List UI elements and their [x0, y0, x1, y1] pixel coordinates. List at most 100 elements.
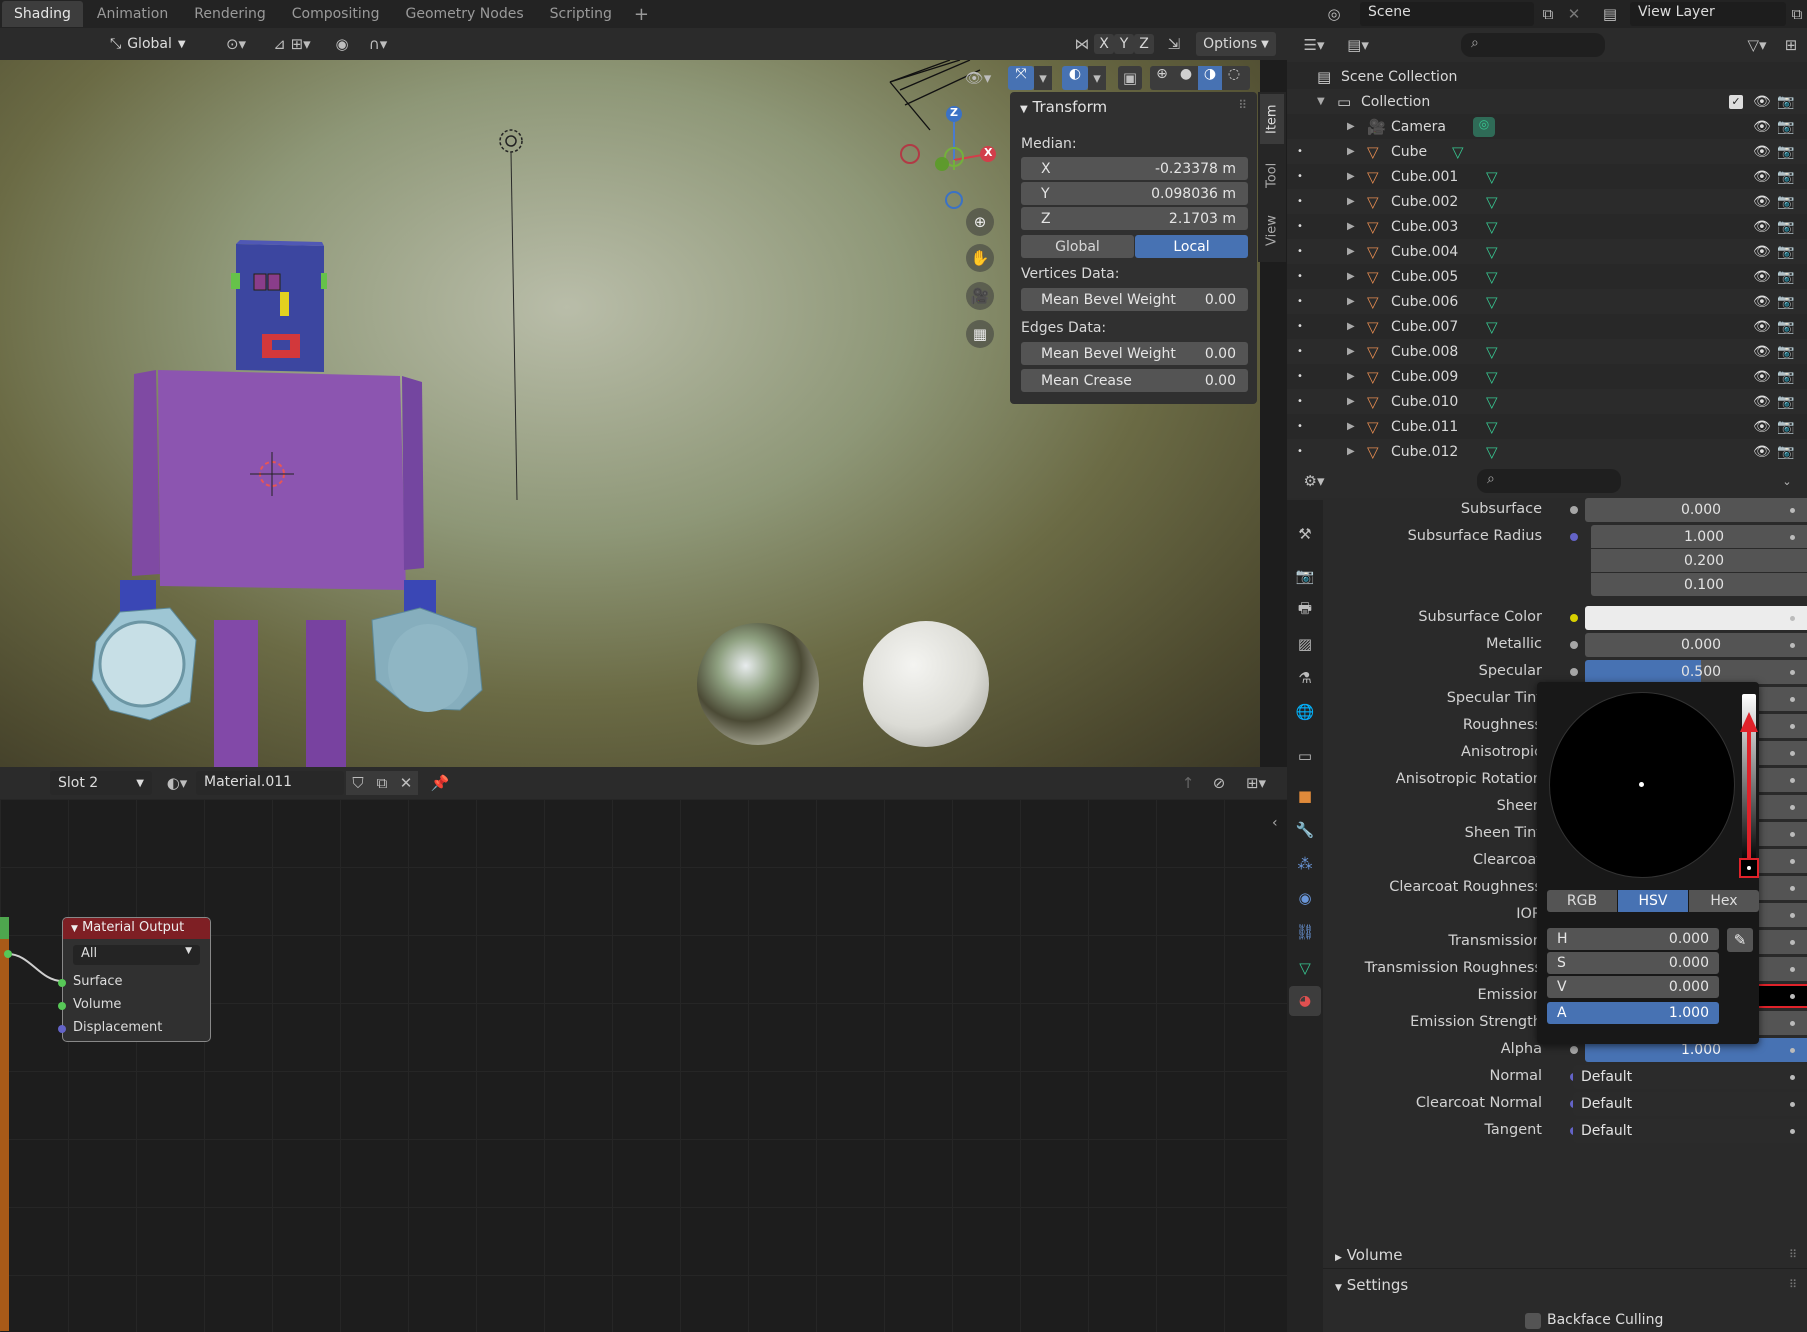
camera-data-icon[interactable]: ◎ [1473, 116, 1495, 137]
vertex-bevel-weight-field[interactable]: Mean Bevel Weight 0.00 [1021, 288, 1248, 311]
parent-node-tree-icon[interactable]: ↑ [1176, 771, 1200, 795]
eye-icon[interactable]: 👁 [1753, 344, 1771, 360]
eye-icon[interactable]: 👁 [1753, 169, 1771, 185]
constraints-tab-icon[interactable]: ⛓ [1293, 920, 1317, 944]
mirror-z-toggle[interactable]: Z [1134, 34, 1154, 54]
slot-dropdown[interactable]: Slot 2 ▼ [50, 771, 152, 795]
outliner-item[interactable]: • ▶ ▽ Cube.010 ▽ 👁 📷 [1287, 389, 1807, 414]
keyframe-dot-icon[interactable] [1790, 859, 1795, 864]
backface-culling-checkbox[interactable] [1525, 1313, 1541, 1329]
socket-dot-icon[interactable] [1570, 533, 1578, 541]
render-camera-icon[interactable]: 📷 [1777, 169, 1794, 185]
keyframe-dot-icon[interactable] [1790, 1021, 1795, 1026]
perspective-grid-icon[interactable]: ▦ [966, 320, 994, 348]
gizmo-toggle-icon[interactable]: ⤧ [1008, 66, 1034, 90]
chevron-right-icon[interactable]: ▶ [1347, 371, 1355, 382]
chevron-right-icon[interactable]: ▶ [1347, 421, 1355, 432]
drag-handle-icon[interactable]: ⠿ [1789, 1278, 1797, 1291]
value-field[interactable]: V 0.000 [1547, 976, 1719, 998]
chevron-right-icon[interactable]: ▶ [1347, 246, 1355, 257]
keyframe-dot-icon[interactable] [1790, 751, 1795, 756]
scene-selector[interactable]: Scene [1360, 2, 1534, 26]
render-camera-icon[interactable]: 📷 [1777, 269, 1794, 285]
mesh-data-icon[interactable]: ▽ [1486, 318, 1498, 336]
keyframe-dot-icon[interactable] [1790, 616, 1795, 621]
prop-value[interactable]: 0.500 [1585, 660, 1807, 684]
physics-tab-icon[interactable]: ◉ [1293, 886, 1317, 910]
render-camera-icon[interactable]: 📷 [1777, 319, 1794, 335]
outliner-item[interactable]: • ▶ ▽ Cube.005 ▽ 👁 📷 [1287, 264, 1807, 289]
output-tab-icon[interactable]: 🖶 [1293, 598, 1317, 622]
robot-model[interactable] [91, 240, 483, 767]
socket-dot-icon[interactable] [1570, 641, 1578, 649]
chevron-right-icon[interactable]: ▶ [1347, 396, 1355, 407]
keyframe-dot-icon[interactable] [1790, 994, 1795, 999]
render-camera-icon[interactable]: 📷 [1777, 444, 1794, 460]
edge-bevel-weight-field[interactable]: Mean Bevel Weight 0.00 [1021, 342, 1248, 365]
eye-icon[interactable]: 👁 [1753, 444, 1771, 460]
mesh-data-icon[interactable]: ▽ [1486, 243, 1498, 261]
duplicate-material-icon[interactable]: ⧉ [370, 771, 394, 795]
sidebar-tab-view[interactable]: View [1260, 206, 1284, 256]
chevron-down-icon[interactable]: ▾ [1034, 66, 1052, 90]
outliner-item[interactable]: • ▶ ▽ Cube.006 ▽ 👁 📷 [1287, 289, 1807, 314]
render-camera-icon[interactable]: 📷 [1777, 294, 1794, 310]
material-tab-icon[interactable]: ◕ [1289, 986, 1321, 1016]
chevron-right-icon[interactable]: ▶ [1347, 221, 1355, 232]
material-preview-shading-icon[interactable]: ◑ [1198, 66, 1222, 90]
collapse-sidebar-icon[interactable]: ‹ [1272, 815, 1278, 831]
value-slider-handle[interactable] [1739, 858, 1759, 878]
chevron-right-icon[interactable]: ▶ [1347, 271, 1355, 282]
keyframe-dot-icon[interactable] [1790, 508, 1795, 513]
keyframe-dot-icon[interactable] [1790, 1048, 1795, 1053]
keyframe-dot-icon[interactable] [1790, 697, 1795, 702]
hex-mode-button[interactable]: Hex [1689, 890, 1759, 912]
tab-rendering[interactable]: Rendering [182, 1, 278, 27]
mirror-y-toggle[interactable]: Y [1114, 34, 1134, 54]
color-swatch[interactable] [1585, 606, 1807, 630]
mesh-data-icon[interactable]: ▽ [1486, 268, 1498, 286]
outliner-collection[interactable]: ▼ ▭ Collection ✓ 👁 📷 [1287, 89, 1807, 114]
outliner-item[interactable]: • ▶ ▽ Cube.008 ▽ 👁 📷 [1287, 339, 1807, 364]
socket-dot-icon[interactable] [1570, 668, 1578, 676]
view-layer-selector[interactable]: View Layer [1630, 2, 1786, 26]
eye-icon[interactable]: 👁 [1753, 319, 1771, 335]
overlay-toggle-icon[interactable]: ◐ [1062, 66, 1088, 90]
keyframe-dot-icon[interactable] [1790, 913, 1795, 918]
render-camera-icon[interactable]: 📷 [1777, 394, 1794, 410]
prop-value[interactable]: 0.100 [1591, 573, 1807, 596]
options-dropdown[interactable]: Options ▼ [1196, 32, 1276, 56]
keyframe-dot-icon[interactable] [1790, 1129, 1795, 1134]
drag-handle-icon[interactable]: ⠿ [1789, 1248, 1797, 1261]
displacement-socket[interactable] [58, 1025, 66, 1033]
panel-header[interactable]: ▼ Transform [1020, 98, 1107, 116]
outliner-item[interactable]: • ▶ ▽ Cube.009 ▽ 👁 📷 [1287, 364, 1807, 389]
prop-value[interactable]: 1.000 [1591, 525, 1807, 548]
new-scene-icon[interactable]: ⧉ [1536, 2, 1560, 26]
eye-icon[interactable]: 👁 [1753, 144, 1771, 160]
snap-icon[interactable]: ⊿ ⊞▾ [262, 32, 322, 56]
color-wheel-cursor[interactable] [1639, 782, 1644, 787]
hue-field[interactable]: H 0.000 [1547, 928, 1719, 950]
eye-icon[interactable]: 👁 [1753, 419, 1771, 435]
chevron-right-icon[interactable]: ▶ [1347, 121, 1355, 132]
delete-scene-icon[interactable]: ✕ [1562, 2, 1586, 26]
render-camera-icon[interactable]: 📷 [1777, 194, 1794, 210]
chevron-down-icon[interactable]: ▾ [1088, 66, 1106, 90]
outliner-item[interactable]: • ▶ ▽ Cube.012 ▽ 👁 📷 [1287, 439, 1807, 464]
tab-compositing[interactable]: Compositing [280, 1, 392, 27]
mesh-data-icon[interactable]: ▽ [1486, 418, 1498, 436]
prop-value[interactable]: Default [1573, 1065, 1807, 1089]
eye-icon[interactable]: 👁 [1753, 94, 1771, 110]
socket-dot-icon[interactable] [1570, 506, 1578, 514]
render-camera-icon[interactable]: 📷 [1777, 94, 1794, 110]
collection-tab-icon[interactable]: ▭ [1293, 744, 1317, 768]
object-tab-icon[interactable]: ■ [1293, 784, 1317, 808]
tab-shading[interactable]: Shading [2, 1, 83, 27]
modifier-tab-icon[interactable]: 🔧 [1293, 818, 1317, 842]
keyframe-dot-icon[interactable] [1790, 670, 1795, 675]
sidebar-tab-item[interactable]: Item [1260, 94, 1284, 144]
mesh-data-icon[interactable]: ▽ [1486, 443, 1498, 461]
material-output-node[interactable]: ▼ Material Output All ▼ Surface Volume Di… [62, 917, 211, 1042]
location-z-field[interactable]: Z 2.1703 m [1021, 207, 1248, 230]
